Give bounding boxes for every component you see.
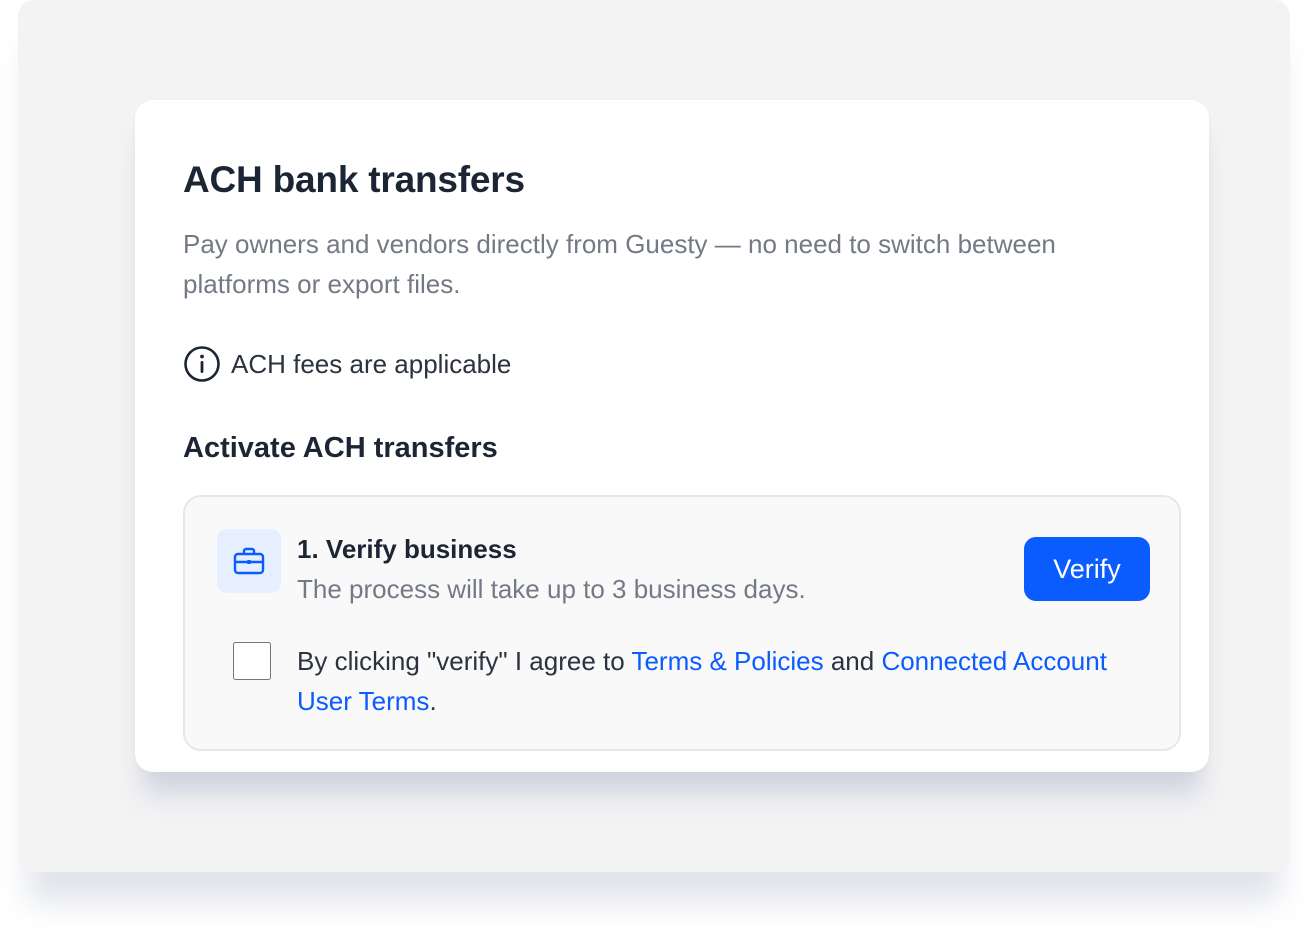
agree-checkbox[interactable] [233,642,271,680]
agreement-middle: and [823,646,882,676]
fees-notice: ACH fees are applicable [183,344,511,384]
card-title: ACH bank transfers [183,159,525,200]
fees-notice-text: ACH fees are applicable [231,348,512,379]
agreement-suffix: . [429,686,437,716]
terms-policies-link[interactable]: Terms & Policies [631,646,823,676]
ach-settings-card: ACH bank transfers Pay owners and vendor… [135,100,1209,772]
agreement-text: By clicking "verify" I agree to Terms & … [297,641,1137,721]
info-icon [183,345,221,383]
verify-button[interactable]: Verify [1024,537,1150,601]
briefcase-icon [217,529,281,593]
card-description: Pay owners and vendors directly from Gue… [183,229,1056,299]
step-title: 1. Verify business [297,534,517,564]
background-panel: ACH bank transfers Pay owners and vendor… [18,0,1290,872]
agreement-prefix: By clicking "verify" I agree to [297,646,632,676]
activate-heading: Activate ACH transfers [183,432,498,464]
verify-business-step: 1. Verify business The process will take… [183,495,1181,751]
step-subtitle: The process will take up to 3 business d… [297,574,806,604]
